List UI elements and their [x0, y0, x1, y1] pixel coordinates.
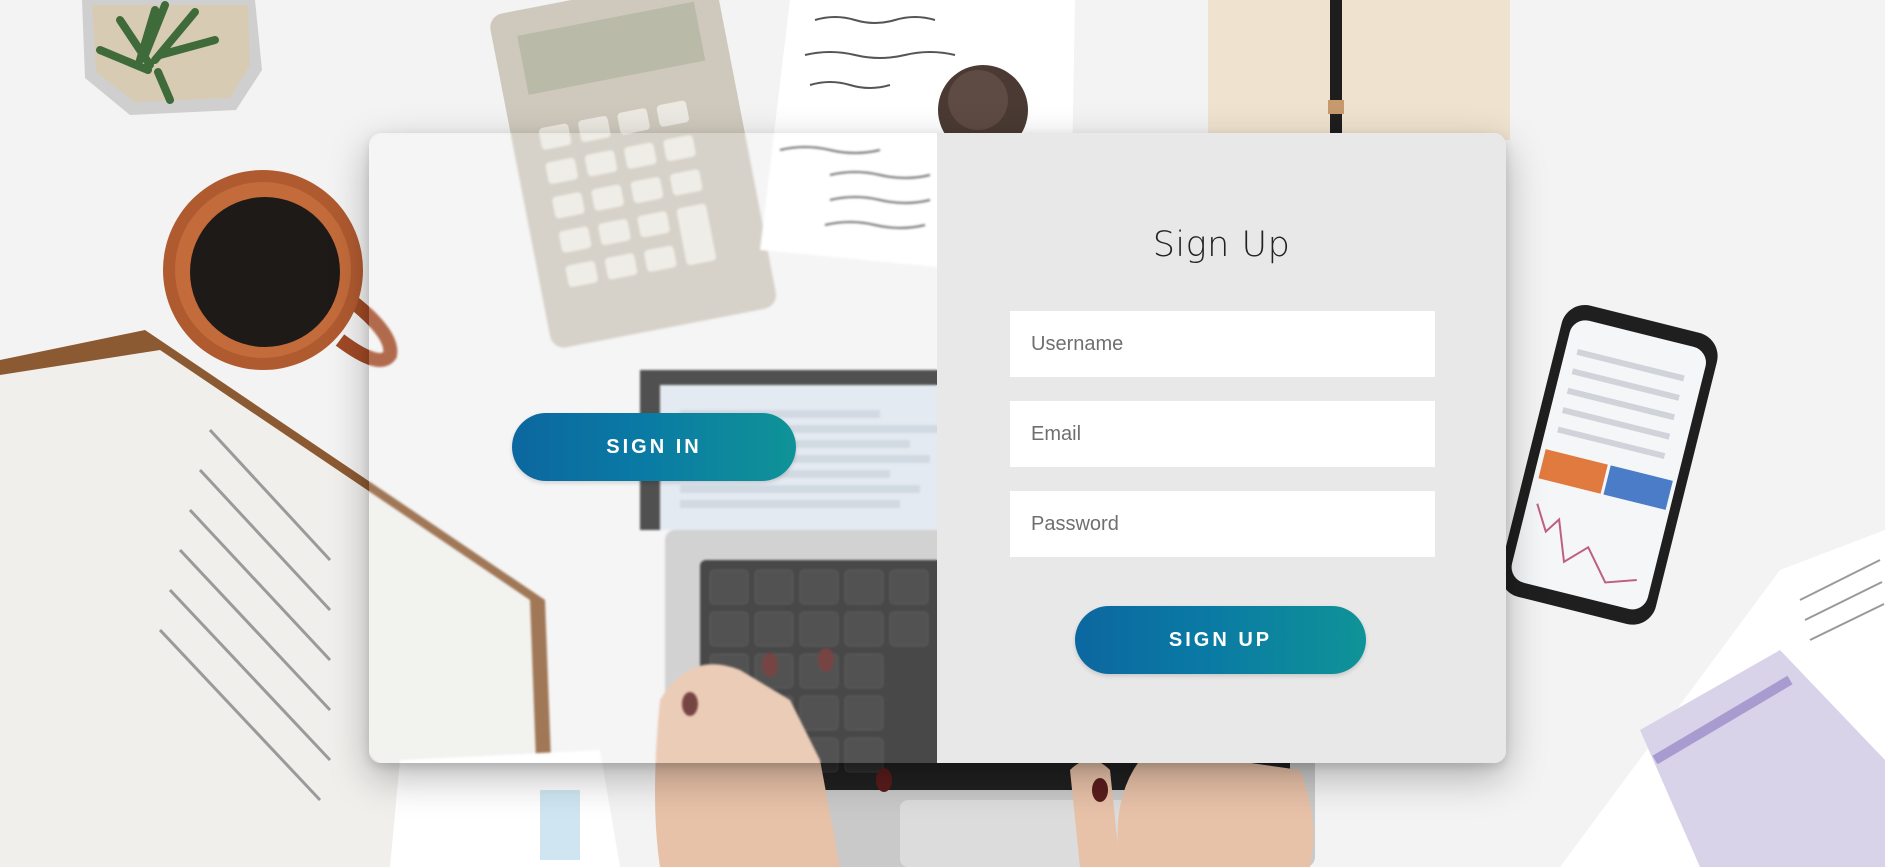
notebook-illustration — [1208, 0, 1510, 140]
signup-title: Sign Up — [1152, 225, 1291, 265]
spreadsheet-paper-illustration — [390, 750, 620, 867]
email-input[interactable] — [1010, 401, 1435, 467]
sign-up-button[interactable]: SIGN UP — [1075, 606, 1366, 674]
sign-in-button[interactable]: SIGN IN — [512, 413, 796, 481]
username-input[interactable] — [1010, 311, 1435, 377]
signup-form-panel: Sign Up SIGN UP — [937, 133, 1506, 763]
password-input[interactable] — [1010, 491, 1435, 557]
signup-page: SIGN IN Sign Up SIGN UP — [0, 0, 1885, 867]
signin-panel: SIGN IN — [369, 133, 937, 763]
auth-card: SIGN IN Sign Up SIGN UP — [369, 133, 1506, 763]
